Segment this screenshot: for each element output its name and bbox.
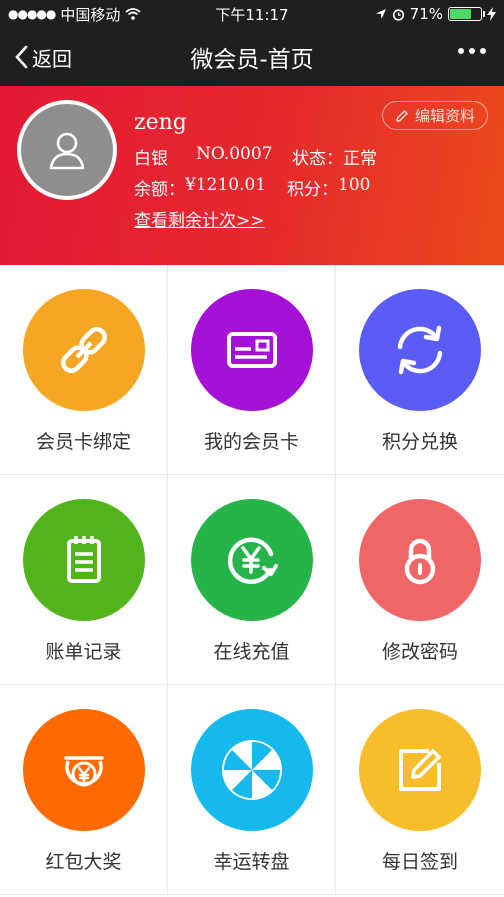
chevron-left-icon — [15, 45, 28, 69]
menu-icon-circle — [190, 709, 313, 831]
refresh-icon — [397, 325, 443, 375]
menu-item-daily-checkin[interactable]: 每日签到 — [336, 685, 504, 895]
menu-icon-circle — [359, 289, 481, 411]
notepad-icon — [66, 536, 101, 583]
status-label: 状态： — [292, 149, 343, 169]
profile-card: zeng 白银 NO.0007 状态： 正常 余额： ¥1210.01 积分： … — [0, 86, 504, 265]
status-bar: ●●●●● 中国移动 下午11:17 71% — [0, 0, 504, 28]
balance-label: 余额： — [134, 180, 185, 200]
yen-recharge-icon — [227, 537, 278, 585]
back-button[interactable]: 返回 — [0, 43, 72, 72]
link-icon — [60, 327, 107, 373]
back-label: 返回 — [32, 46, 72, 71]
edit-profile-button[interactable]: 编辑资料 — [381, 101, 488, 130]
menu-item-label: 红包大奖 — [45, 851, 122, 873]
menu-item-label: 每日签到 — [381, 851, 458, 873]
menu-icon-circle — [22, 289, 145, 411]
carrier-name: 中国移动 — [60, 5, 121, 24]
menu-item-bill-records[interactable]: 账单记录 — [0, 475, 168, 685]
edit-profile-label: 编辑资料 — [414, 107, 475, 125]
menu-item-lucky-wheel[interactable]: 幸运转盘 — [168, 685, 336, 895]
menu-icon-circle — [190, 289, 313, 411]
battery-icon — [448, 7, 485, 21]
member-number: NO.0007 — [196, 144, 273, 164]
menu-item-label: 积分兑换 — [381, 431, 458, 453]
member-name: zeng — [134, 110, 187, 135]
points-label: 积分： — [287, 180, 338, 200]
status-value: 正常 — [343, 149, 377, 169]
menu-item-label: 幸运转盘 — [213, 851, 290, 873]
menu-item-my-card[interactable]: 我的会员卡 — [168, 265, 336, 475]
lock-icon — [404, 538, 436, 585]
more-button[interactable] — [458, 48, 486, 54]
menu-item-change-password[interactable]: 修改密码 — [336, 475, 504, 685]
alarm-icon — [392, 8, 404, 21]
menu-item-label: 我的会员卡 — [203, 431, 299, 453]
member-level: 白银 — [134, 149, 168, 169]
nav-bar: 返回 微会员-首页 — [0, 28, 504, 86]
points-value: 100 — [338, 175, 371, 195]
menu-grid: 会员卡绑定 我的会员卡 积分兑换 账单记录 在线充值 修改密码 红包大奖 幸运转… — [0, 265, 504, 895]
member-info-row: 白银 NO.0007 状态： 正常 — [134, 144, 377, 169]
card-icon — [226, 332, 277, 368]
remaining-count-link[interactable]: 查看剩余计次>> — [134, 206, 265, 231]
member-balance-row: 余额： ¥1210.01 积分： 100 — [134, 175, 370, 200]
wifi-icon — [125, 8, 141, 20]
balance-value: ¥1210.01 — [185, 175, 267, 195]
sign-edit-icon — [399, 749, 441, 791]
menu-icon-circle — [22, 709, 145, 831]
red-packet-icon — [63, 756, 104, 787]
menu-item-label: 修改密码 — [381, 641, 458, 663]
charging-icon — [487, 7, 496, 21]
menu-item-label: 账单记录 — [45, 641, 122, 663]
menu-icon-circle — [359, 499, 481, 621]
signal-icon: ●●●●● — [8, 7, 56, 21]
location-icon — [375, 9, 386, 19]
menu-icon-circle — [22, 499, 145, 621]
pencil-icon — [396, 109, 408, 122]
avatar[interactable] — [17, 100, 117, 200]
menu-item-online-recharge[interactable]: 在线充值 — [168, 475, 336, 685]
menu-item-card-binding[interactable]: 会员卡绑定 — [0, 265, 168, 475]
more-dot-icon — [469, 48, 475, 54]
menu-item-red-packet[interactable]: 红包大奖 — [0, 685, 168, 895]
more-dot-icon — [480, 48, 486, 54]
menu-item-points-exchange[interactable]: 积分兑换 — [336, 265, 504, 475]
menu-icon-circle — [190, 499, 313, 621]
menu-item-label: 在线充值 — [213, 641, 290, 663]
user-icon — [49, 132, 85, 170]
more-dot-icon — [458, 48, 464, 54]
wheel-icon — [221, 740, 282, 800]
menu-item-label: 会员卡绑定 — [35, 431, 131, 453]
battery-percent: 71% — [409, 5, 443, 23]
menu-icon-circle — [359, 709, 481, 831]
page-title: 微会员-首页 — [190, 47, 314, 73]
